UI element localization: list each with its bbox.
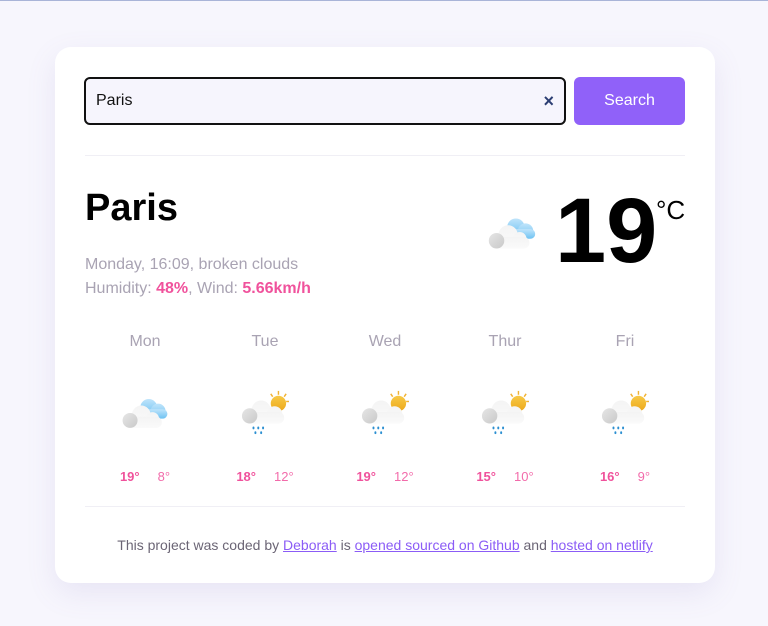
sun-rain-icon [476,389,534,437]
forecast-day-name: Tue [251,333,279,350]
forecast-day-name: Mon [129,333,161,350]
netlify-link[interactable]: hosted on netlify [551,537,653,553]
footer: This project was coded by Deborah is ope… [55,537,715,553]
forecast-day-name: Wed [368,333,402,350]
search-button[interactable]: Search [574,77,685,125]
forecast-min: 8° [157,469,171,484]
footer-text: is [336,537,355,553]
footer-text: and [519,537,551,553]
forecast-min: 9° [637,469,651,484]
divider [85,506,685,507]
date-description: Monday, 16:09, broken clouds [85,256,299,273]
forecast-max: 19° [119,469,140,484]
forecast-min: 12° [394,469,414,484]
current-details: Monday, 16:09, broken clouds Humidity: 4… [85,253,311,301]
forecast-max: 16° [599,469,620,484]
forecast-max: 19° [356,469,376,484]
clear-icon[interactable]: × [543,91,554,112]
humidity-value: 48% [156,280,189,297]
author-link[interactable]: Deborah [283,537,337,553]
city-name: Paris [85,187,178,229]
current-temperature: 19 [555,180,658,282]
sun-rain-icon [356,389,414,437]
broken-clouds-icon [117,392,173,434]
wind-label: , Wind: [188,280,243,297]
broken-clouds-icon [483,211,541,255]
forecast-max: 18° [236,469,256,484]
city-search-input[interactable] [96,92,544,110]
humidity-wind: Humidity: 48%, Wind: 5.66km/h [85,277,311,301]
sun-rain-icon [236,389,294,437]
search-field[interactable]: × [84,77,566,125]
divider [85,155,685,156]
forecast-day: Wed 19° 12° [325,331,445,484]
forecast-min: 12° [274,469,294,484]
wind-value: 5.66km/h [242,280,311,297]
temperature-unit[interactable]: °C [656,195,685,226]
weather-card: × Search Paris Monday, 16:09, broken clo… [55,47,715,583]
sun-rain-icon [596,389,654,437]
forecast-day: Tue 18° 12° [205,331,325,484]
forecast-day: Thur 15° 10° [445,331,565,484]
github-link[interactable]: opened sourced on Github [355,537,520,553]
forecast: Mon 19° 8° Tue 18° 12° Wed 19° 12° Thur 15°… [85,331,685,484]
forecast-day: Mon 19° 8° [85,331,205,484]
footer-text: This project was coded by [117,537,284,553]
forecast-max: 15° [476,469,496,484]
forecast-min: 10° [514,469,534,484]
forecast-day-name: Thur [488,333,522,350]
forecast-day: Fri 16° 9° [565,331,685,484]
forecast-day-name: Fri [615,333,635,350]
humidity-label: Humidity: [85,280,157,297]
